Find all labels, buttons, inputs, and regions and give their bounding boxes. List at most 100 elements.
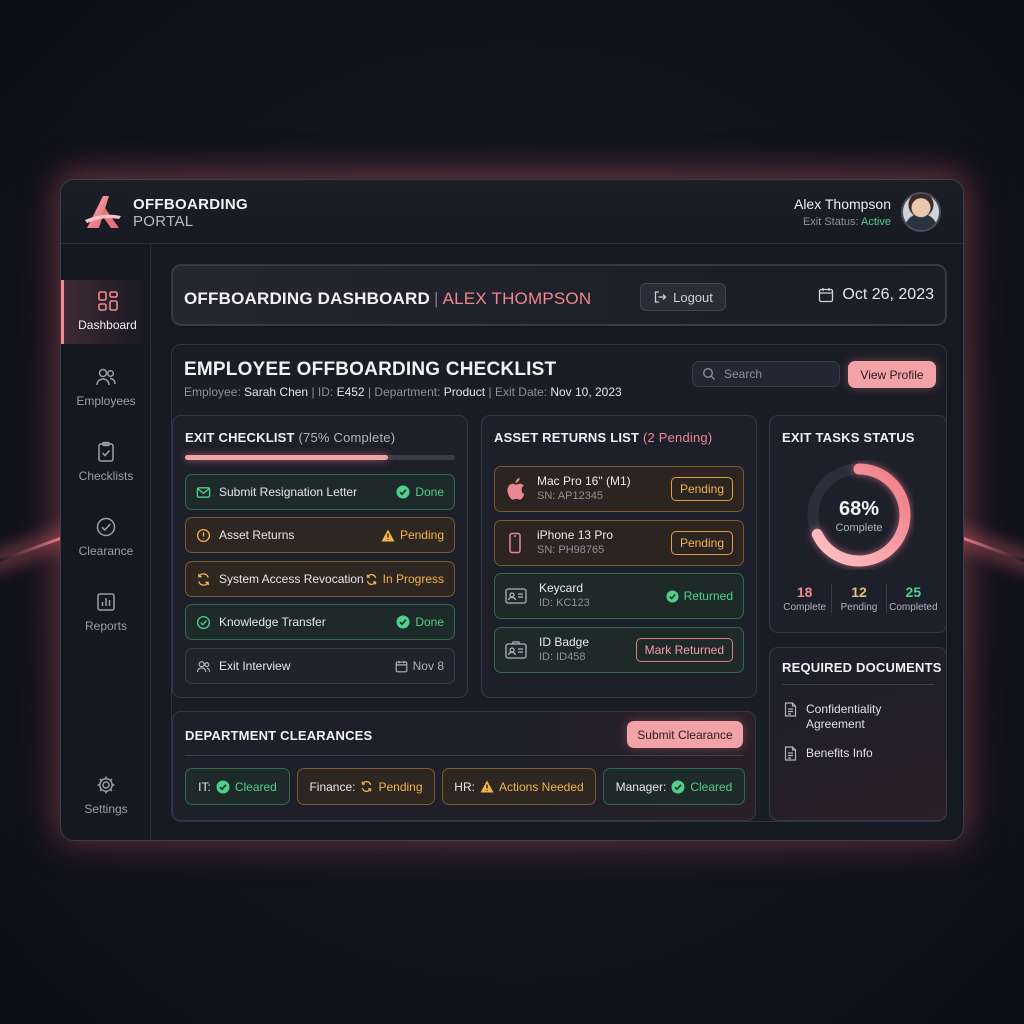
clipboard-check-icon (98, 441, 114, 462)
exit-tasks-status-card: EXIT TASKS STATUS 68% Complete 18 Comple… (769, 415, 947, 633)
department-value: Product (443, 385, 486, 399)
asset-row[interactable]: ID Badge ID: ID458 Mark Returned (494, 627, 744, 673)
asset-row[interactable]: Mac Pro 16" (M1) SN: AP12345 Pending (494, 466, 744, 512)
clearance-status: Pending (378, 779, 423, 794)
avatar[interactable] (901, 192, 941, 232)
employee-name: Sarah Chen (244, 385, 309, 399)
stat-label: Pending (840, 602, 878, 613)
calendar-icon (819, 288, 834, 303)
logout-icon (654, 291, 667, 303)
task-label: Exit Interview (219, 659, 291, 673)
asset-name: iPhone 13 Pro (537, 528, 614, 542)
clearance-finance[interactable]: Finance: Pending (297, 768, 435, 805)
task-status-text: Pending (399, 528, 444, 542)
asset-name: Mac Pro 16" (M1) (537, 474, 631, 488)
header-date: Oct 26, 2023 (818, 286, 934, 304)
task-row[interactable]: Knowledge Transfer Done (185, 604, 455, 640)
clearance-manager[interactable]: Manager: Cleared (603, 768, 745, 805)
brand-line-1: OFFBOARDING (133, 196, 248, 213)
status-badge-text: Returned (683, 589, 733, 603)
page-title-main: OFFBOARDING DASHBOARD (184, 289, 430, 308)
exit-checklist-progress-bar (185, 455, 455, 460)
document-name: Benefits Info (806, 746, 873, 760)
clearance-status: Actions Needed (498, 779, 584, 794)
page-title-name: ALEX THOMPSON (442, 289, 592, 308)
status-badge[interactable]: Pending (670, 531, 733, 555)
stat-value: 12 (851, 584, 867, 600)
clearance-status: Cleared (234, 779, 277, 794)
sidebar-item-dashboard[interactable]: Dashboard (61, 280, 151, 344)
divider (782, 684, 934, 685)
alert-circle-icon (196, 528, 211, 542)
divider (185, 755, 743, 756)
asset-name: Keycard (539, 581, 584, 595)
exit-date-value: Nov 10, 2023 (550, 385, 622, 399)
search-icon (702, 367, 715, 380)
sidebar-item-employees[interactable]: Employees (61, 356, 151, 420)
task-row[interactable]: Submit Resignation Letter Done (185, 474, 455, 510)
apple-icon (507, 478, 525, 500)
search-box (692, 361, 840, 387)
asset-info: ID Badge ID: ID458 (539, 635, 636, 665)
document-item[interactable]: Benefits Info (784, 746, 873, 761)
task-row[interactable]: System Access Revocation In Progress (185, 561, 455, 597)
calendar-icon (395, 660, 407, 672)
asset-info: Mac Pro 16" (M1) SN: AP12345 (537, 474, 671, 504)
task-label: System Access Revocation (219, 572, 364, 586)
employee-id: E452 (336, 385, 365, 399)
sidebar-item-settings[interactable]: Settings (61, 764, 151, 828)
sidebar-item-clearance[interactable]: Clearance (61, 506, 151, 570)
task-status-text: Done (415, 615, 444, 629)
task-row[interactable]: Exit Interview Nov 8 (185, 648, 455, 684)
status-badge[interactable]: Pending (670, 477, 733, 501)
clearance-hr[interactable]: HR: Actions Needed (442, 768, 596, 805)
asset-row[interactable]: iPhone 13 Pro SN: PH98765 Pending (494, 520, 744, 566)
asset-returns-title: ASSET RETURNS LIST (2 Pending) (494, 430, 712, 445)
users-icon (196, 660, 211, 672)
clearance-dept: Finance: (309, 779, 356, 794)
check-circle-icon (96, 517, 116, 537)
mark-returned-button[interactable]: Mark Returned (635, 638, 733, 662)
required-documents-card: REQUIRED DOCUMENTS Confidentiality Agree… (769, 647, 947, 821)
id-card-icon (505, 588, 527, 604)
search-input[interactable] (724, 367, 834, 381)
clearance-dept: Manager: (615, 779, 667, 794)
asset-id: ID: ID458 (539, 651, 586, 663)
refresh-icon (362, 781, 372, 792)
submit-clearance-button[interactable]: Submit Clearance (627, 721, 743, 748)
document-icon (784, 746, 797, 761)
app-window: OFFBOARDING PORTAL Alex Thompson Exit St… (60, 179, 964, 841)
task-label: Submit Resignation Letter (219, 485, 358, 499)
portal-logo-icon (85, 196, 121, 228)
task-status: Done (396, 485, 444, 499)
asset-info: Keycard ID: KC123 (539, 581, 666, 611)
sidebar-item-label: Reports (84, 619, 128, 633)
sidebar-item-label: Employees (76, 394, 136, 408)
employee-label: Employee: (184, 385, 241, 399)
asset-row[interactable]: Keycard ID: KC123 Returned (494, 573, 744, 619)
asset-name: ID Badge (539, 635, 590, 649)
task-label: Knowledge Transfer (219, 615, 326, 629)
exit-checklist-title: EXIT CHECKLIST (75% Complete) (185, 430, 395, 445)
exit-status-value: Active (861, 216, 891, 228)
asset-id: SN: PH98765 (537, 544, 605, 556)
check-circle-icon (396, 615, 410, 629)
phone-icon (509, 532, 521, 554)
task-stats: 18 Complete 12 Pending 25 Completed (778, 584, 940, 613)
refresh-icon (366, 573, 376, 585)
sidebar-item-reports[interactable]: Reports (61, 581, 151, 645)
sidebar-item-label: Settings (84, 802, 128, 816)
view-profile-button[interactable]: View Profile (848, 361, 936, 388)
logout-button[interactable]: Logout (640, 283, 726, 311)
title-separator: | (433, 289, 439, 308)
sidebar-item-label: Clearance (78, 544, 134, 558)
clearance-it[interactable]: IT: Cleared (185, 768, 290, 805)
task-row[interactable]: Asset Returns Pending (185, 517, 455, 553)
progress-fill (185, 455, 388, 460)
asset-returns-card: ASSET RETURNS LIST (2 Pending) Mac Pro 1… (481, 415, 757, 698)
sidebar-item-checklists[interactable]: Checklists (61, 431, 151, 495)
required-documents-title: REQUIRED DOCUMENTS (782, 660, 942, 675)
check-circle-icon (396, 485, 410, 499)
asset-id: SN: AP12345 (537, 490, 604, 502)
document-item[interactable]: Confidentiality Agreement (784, 702, 881, 732)
